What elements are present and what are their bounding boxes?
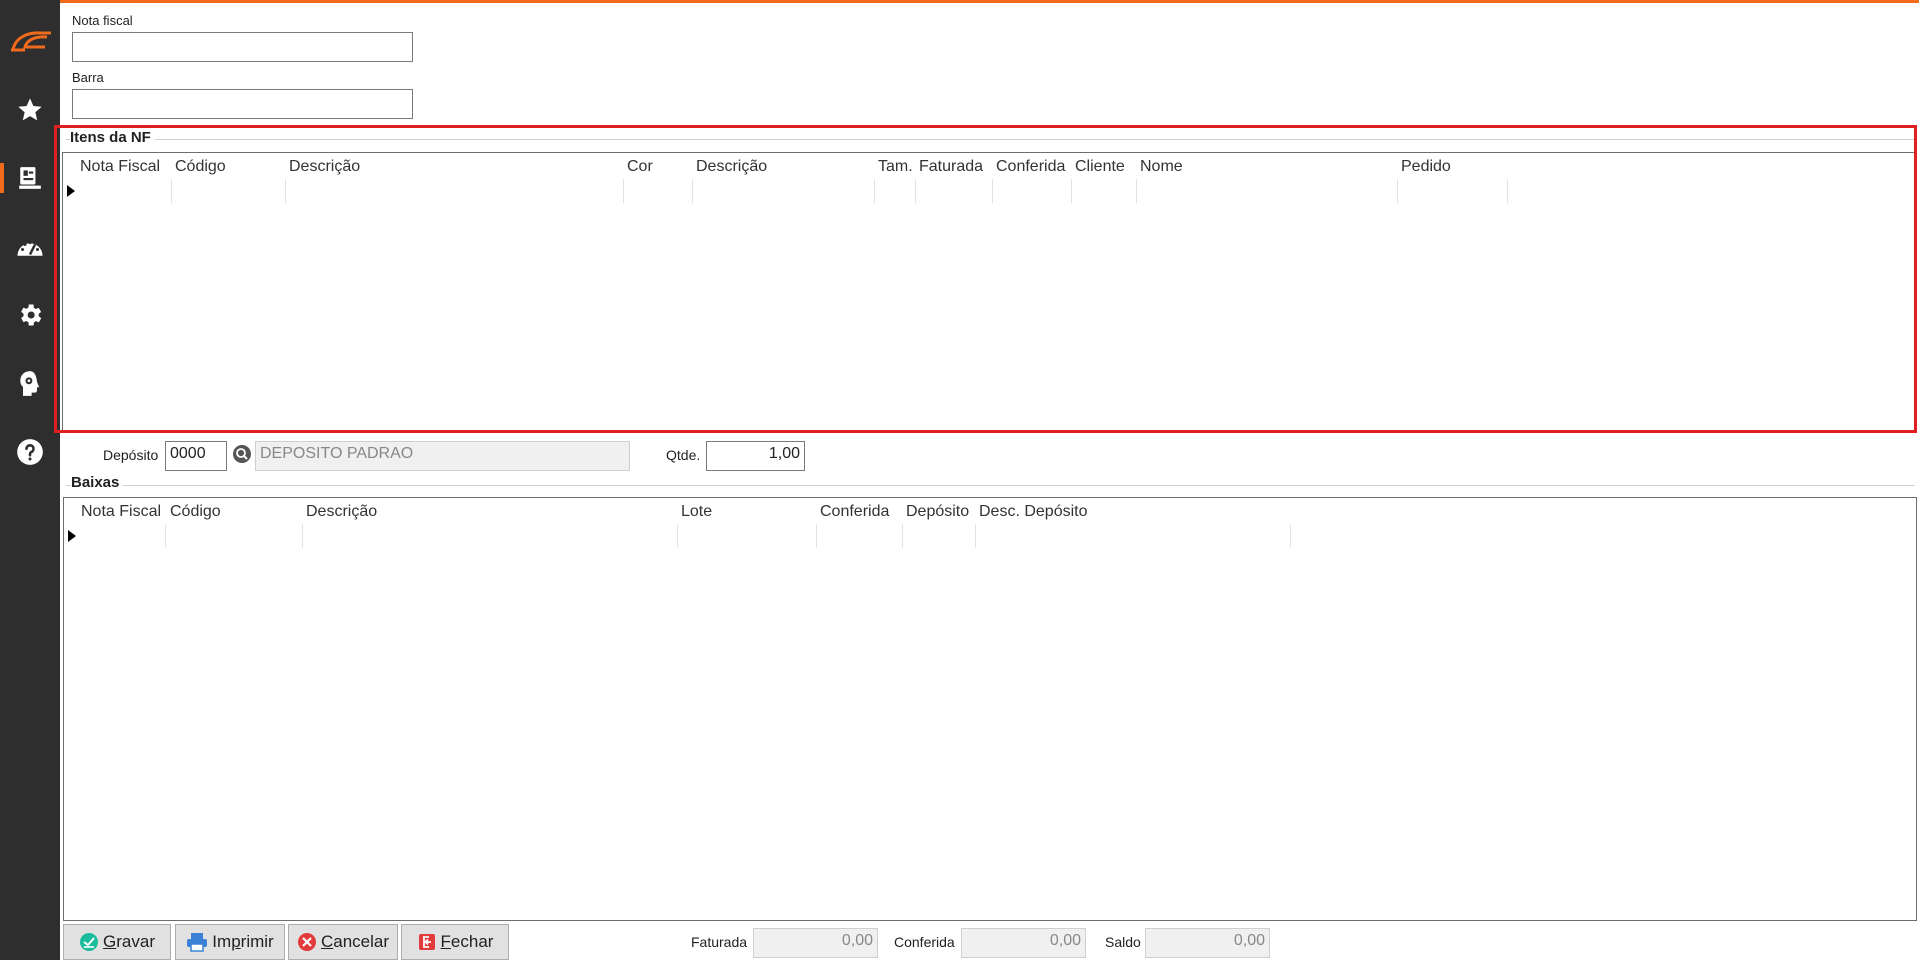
column-separator (1397, 179, 1398, 203)
imprimir-part-b: rimir (240, 932, 274, 951)
table-row[interactable] (63, 179, 1916, 203)
column-separator (1507, 179, 1508, 203)
fechar-mnemonic: F (440, 932, 451, 951)
nota-fiscal-input[interactable] (73, 33, 412, 61)
deposito-label: Depósito (103, 447, 159, 463)
cancelar-rest: ancelar (333, 932, 390, 951)
saldo-input: 0,00 (1145, 928, 1270, 958)
fechar-rest: echar (450, 932, 494, 951)
barra-label: Barra (72, 70, 104, 85)
gravar-label: Gravar (103, 932, 155, 952)
barra-field[interactable] (72, 89, 413, 119)
itens-grid-header: Nota Fiscal Código Descrição Cor Descriç… (63, 153, 1916, 181)
column-separator (285, 179, 286, 203)
help-icon[interactable] (0, 427, 60, 477)
qtde-input[interactable]: 1,00 (706, 441, 805, 471)
col-descricao[interactable]: Descrição (289, 158, 360, 176)
qtde-label: Qtde. (666, 447, 701, 463)
column-separator (1136, 179, 1137, 203)
baixas-grid-header: Nota Fiscal Código Descrição Lote Confer… (64, 498, 1916, 526)
column-separator (1071, 179, 1072, 203)
sidebar (0, 0, 60, 960)
col-pedido[interactable]: Pedido (1401, 158, 1451, 176)
column-separator (816, 524, 817, 548)
imprimir-part-a: Im (212, 932, 232, 951)
gravar-button[interactable]: Gravar (63, 924, 171, 960)
search-icon[interactable] (232, 444, 252, 467)
baixas-group-line (66, 485, 1915, 486)
col-cor[interactable]: Cor (627, 158, 653, 176)
speedometer-icon[interactable] (0, 222, 60, 272)
col-nome[interactable]: Nome (1140, 158, 1183, 176)
fechar-button[interactable]: Fechar (401, 924, 509, 960)
col-conferida[interactable]: Conferida (996, 158, 1065, 176)
faturada-label: Faturada (691, 934, 748, 950)
deposito-code-input[interactable]: 0000 (165, 441, 227, 471)
imprimir-button[interactable]: Imprimir (175, 924, 285, 960)
column-separator (874, 179, 875, 203)
col-conferida[interactable]: Conferida (820, 503, 889, 521)
barra-input[interactable] (73, 90, 412, 118)
row-indicator-icon (67, 185, 75, 197)
itens-group-line (66, 139, 1915, 140)
row-indicator-icon (68, 530, 76, 542)
col-descricao[interactable]: Descrição (306, 503, 377, 521)
col-deposito[interactable]: Depósito (906, 503, 969, 521)
column-separator (975, 524, 976, 548)
column-separator (171, 179, 172, 203)
column-separator (1290, 524, 1291, 548)
col-nota-fiscal[interactable]: Nota Fiscal (81, 503, 161, 521)
saldo-label: Saldo (1105, 934, 1141, 950)
column-separator (623, 179, 624, 203)
itens-grid[interactable]: Nota Fiscal Código Descrição Cor Descriç… (62, 152, 1917, 432)
col-descricao-cor[interactable]: Descrição (696, 158, 767, 176)
column-separator (677, 524, 678, 548)
conferida-input: 0,00 (961, 928, 1086, 958)
baixas-title: Baixas (71, 474, 124, 491)
fechar-label: Fechar (441, 932, 494, 952)
itens-title: Itens da NF (70, 129, 155, 146)
logo-icon[interactable] (0, 16, 60, 66)
star-icon[interactable] (0, 85, 60, 135)
gear-icon[interactable] (0, 290, 60, 340)
imprimir-mnemonic: p (231, 932, 241, 951)
col-codigo[interactable]: Código (175, 158, 226, 176)
gravar-mnemonic: G (103, 932, 117, 951)
main-content: Nota fiscal Barra Itens da NF Nota Fisca… (54, 3, 1919, 960)
col-cliente[interactable]: Cliente (1075, 158, 1125, 176)
exit-icon (418, 934, 435, 950)
col-codigo[interactable]: Código (170, 503, 221, 521)
check-save-icon (80, 933, 99, 951)
faturada-input: 0,00 (753, 928, 878, 958)
printer-icon (187, 933, 208, 952)
baixas-grid[interactable]: Nota Fiscal Código Descrição Lote Confer… (63, 497, 1917, 921)
cancel-icon (297, 933, 316, 951)
column-separator (692, 179, 693, 203)
head-gear-icon[interactable] (0, 359, 60, 409)
conferida-label: Conferida (894, 934, 955, 950)
col-tam[interactable]: Tam. (878, 158, 913, 176)
cancelar-mnemonic: C (320, 932, 334, 951)
col-nota-fiscal[interactable]: Nota Fiscal (80, 158, 160, 176)
column-separator (915, 179, 916, 203)
deposito-name-input: DEPOSITO PADRAO (255, 441, 630, 471)
column-separator (302, 524, 303, 548)
cancelar-label: Cancelar (321, 932, 389, 952)
column-separator (992, 179, 993, 203)
cancelar-button[interactable]: Cancelar (288, 924, 398, 960)
gravar-rest: ravar (116, 932, 155, 951)
nota-fiscal-label: Nota fiscal (72, 13, 133, 28)
register-icon[interactable] (0, 153, 60, 203)
column-separator (165, 524, 166, 548)
column-separator (902, 524, 903, 548)
nota-fiscal-field[interactable] (72, 32, 413, 62)
col-faturada[interactable]: Faturada (919, 158, 983, 176)
imprimir-label: Imprimir (212, 932, 273, 952)
col-desc-deposito[interactable]: Desc. Depósito (979, 503, 1088, 521)
col-lote[interactable]: Lote (681, 503, 712, 521)
table-row[interactable] (64, 524, 1916, 548)
